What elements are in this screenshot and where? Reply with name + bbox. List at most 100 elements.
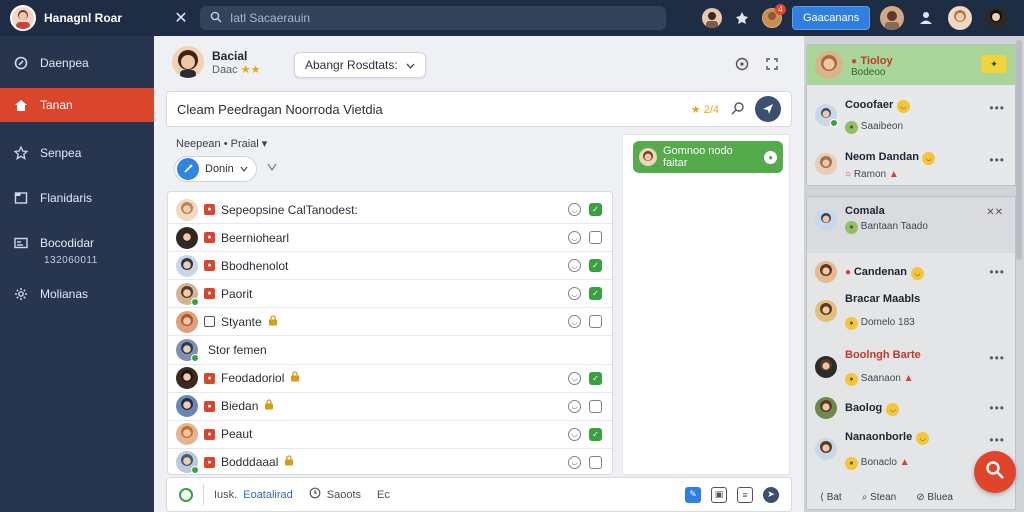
chat-bubble[interactable]: Gomnoo nodo faitar ● <box>633 141 783 173</box>
composer-item-status[interactable]: Saoots <box>309 487 361 502</box>
more-options-icon[interactable]: ••• <box>989 101 1005 115</box>
table-row[interactable]: ● Sepeopsine CalTanodest: ◡ ✓ <box>168 196 612 224</box>
view-icon[interactable]: ◡ <box>568 427 581 441</box>
sidebar-item-star[interactable]: Senpea <box>0 136 154 170</box>
table-row[interactable]: ● Biedan ◡ <box>168 393 612 421</box>
table-row[interactable]: Styante ◡ <box>168 308 612 337</box>
chevron-down-icon <box>406 58 415 72</box>
right-contact[interactable]: Nanaonborle ◡ ● Bonaclo ▲ <box>815 429 930 470</box>
footer-item-blue[interactable]: ⊘ Bluea <box>916 492 953 503</box>
table-row[interactable]: ● Paorit ◡ ✓ <box>168 280 612 309</box>
sidebar-item-settings[interactable]: Molianas <box>0 277 154 311</box>
group-contact[interactable]: Comala ● Bantaan Taado <box>815 205 928 234</box>
notification-avatar[interactable]: 4 <box>762 4 786 28</box>
search-bar[interactable] <box>200 6 666 30</box>
right-contact[interactable]: ● Candenan ◡ <box>815 261 925 283</box>
status-dropdown[interactable]: Abangr Rosdtats: <box>294 52 426 78</box>
attach-icon[interactable]: ✎ <box>685 486 701 503</box>
pinned-contact[interactable]: ● Tioloy Bodeoo ✦ <box>807 45 1015 85</box>
user-avatar[interactable] <box>10 5 36 31</box>
send-icon[interactable] <box>755 96 781 122</box>
contact-avatar <box>815 299 837 322</box>
filter-more-icon[interactable] <box>267 162 277 174</box>
more-options-icon[interactable]: ••• <box>989 433 1005 447</box>
row-checkbox[interactable] <box>589 231 602 245</box>
lock-icon <box>290 371 300 385</box>
more-options-icon[interactable]: ••• <box>989 265 1005 279</box>
row-checkbox[interactable]: ✓ <box>589 287 602 301</box>
view-icon[interactable]: ◡ <box>568 455 581 469</box>
more-options-icon[interactable]: ••• <box>989 401 1005 415</box>
profile-avatar[interactable] <box>172 46 204 78</box>
contact-avatar-4[interactable] <box>984 6 1009 30</box>
query-bar[interactable]: Cleam Peedragan Noorroda Vietdia ★ 2/4 <box>166 91 792 127</box>
pinned-badge: ✦ <box>981 55 1007 73</box>
filter-chip[interactable]: Donin <box>174 156 257 182</box>
view-icon[interactable]: ◡ <box>568 371 581 385</box>
view-icon[interactable]: ◡ <box>568 231 581 245</box>
view-icon[interactable]: ◡ <box>568 315 581 329</box>
row-checkbox[interactable] <box>589 399 602 413</box>
comment-icon[interactable]: ≡ <box>737 486 753 503</box>
composer-item-extra[interactable]: Ec <box>377 489 390 501</box>
table-row[interactable]: ● Feodadoriol ◡ ✓ <box>168 365 612 393</box>
profile-header: Bacial Daac ★★ <box>172 46 260 78</box>
image-icon[interactable]: ▣ <box>711 486 727 503</box>
app-brand[interactable]: Hanagnl Roar <box>0 0 154 36</box>
row-checkbox[interactable]: ✓ <box>589 203 602 216</box>
contact-avatar-3[interactable] <box>948 6 973 30</box>
profile-rating: ★★ <box>240 63 261 76</box>
group-header[interactable]: Comala ● Bantaan Taado ✕✕ <box>807 197 1015 253</box>
pen-icon[interactable] <box>731 101 745 118</box>
table-row[interactable]: ● Beerniohearl ◡ <box>168 224 612 253</box>
row-checkbox[interactable]: ✓ <box>589 427 602 441</box>
view-icon[interactable]: ◡ <box>568 287 581 301</box>
sidebar-item-chat[interactable]: Daenpea <box>0 46 154 80</box>
table-row[interactable]: ● Bbodhenolot ◡ ✓ <box>168 252 612 281</box>
user-icon[interactable] <box>916 8 936 28</box>
scrollbar[interactable] <box>1016 40 1022 260</box>
status-ring-icon[interactable] <box>179 487 193 502</box>
sidebar-item-folder[interactable]: Flanidaris <box>0 181 154 215</box>
query-text[interactable]: Cleam Peedragan Noorroda Vietdia <box>177 102 691 117</box>
filter-label[interactable]: Neepean • Praial ▾ <box>176 137 267 150</box>
close-icon[interactable]: ● <box>764 150 777 164</box>
close-icon[interactable]: ✕✕ <box>986 207 1003 218</box>
refresh-icon[interactable] <box>734 56 750 72</box>
send-message-icon[interactable]: ➤ <box>763 486 779 503</box>
expand-icon[interactable] <box>764 56 780 72</box>
footer-item-back[interactable]: ⟨ Bat <box>820 492 842 503</box>
search-fab-button[interactable] <box>974 451 1016 493</box>
contact-avatar <box>176 226 198 249</box>
composer-item-status-label: Saoots <box>326 488 362 501</box>
view-icon[interactable]: ◡ <box>568 259 581 273</box>
right-contact[interactable]: Baolog ◡ <box>815 397 900 419</box>
right-contact[interactable]: Boolngh Barte ● Saanaon ▲ <box>815 347 921 386</box>
footer-item-search[interactable]: ⌕ Stean <box>862 492 897 503</box>
row-checkbox[interactable]: ✓ <box>589 371 602 385</box>
row-checkbox[interactable] <box>589 455 602 469</box>
composer-item-task[interactable]: Iusk. Eoatalirad <box>214 489 293 501</box>
right-sidebar: ● Tioloy Bodeoo ✦ Cooofaer ◡ ● Saaibeon … <box>804 36 1024 512</box>
flag-icon: ● <box>204 428 215 440</box>
contact-avatar-2[interactable] <box>880 6 905 30</box>
more-options-icon[interactable]: ••• <box>989 351 1005 365</box>
row-checkbox[interactable]: ✓ <box>589 259 602 273</box>
right-contact-2[interactable]: Neom Dandan ◡ ○ Ramon ▲ <box>815 149 936 180</box>
right-contact-1[interactable]: Cooofaer ◡ ● Saaibeon <box>815 97 910 134</box>
sidebar-item-home[interactable]: Tanan <box>0 88 154 122</box>
view-icon[interactable]: ◡ <box>568 399 581 413</box>
table-row[interactable]: Stor femen <box>168 337 612 365</box>
right-contact[interactable]: Bracar Maabls ● Domelo 183 <box>815 291 920 330</box>
table-row[interactable]: ● Peaut ◡ ✓ <box>168 421 612 449</box>
search-input[interactable] <box>230 11 630 25</box>
view-icon[interactable]: ◡ <box>568 203 581 216</box>
primary-action-button[interactable]: Gaacanans <box>792 6 871 30</box>
row-checkbox[interactable] <box>589 315 602 329</box>
close-icon[interactable]: ✕ <box>172 8 190 28</box>
contact-avatar-1[interactable] <box>702 8 722 28</box>
composer-item-task-value: Eoatalirad <box>243 488 293 501</box>
pin-icon[interactable] <box>732 8 752 28</box>
table-row[interactable]: ● Bodddaaal ◡ <box>168 449 612 474</box>
more-options-icon[interactable]: ••• <box>989 153 1005 167</box>
